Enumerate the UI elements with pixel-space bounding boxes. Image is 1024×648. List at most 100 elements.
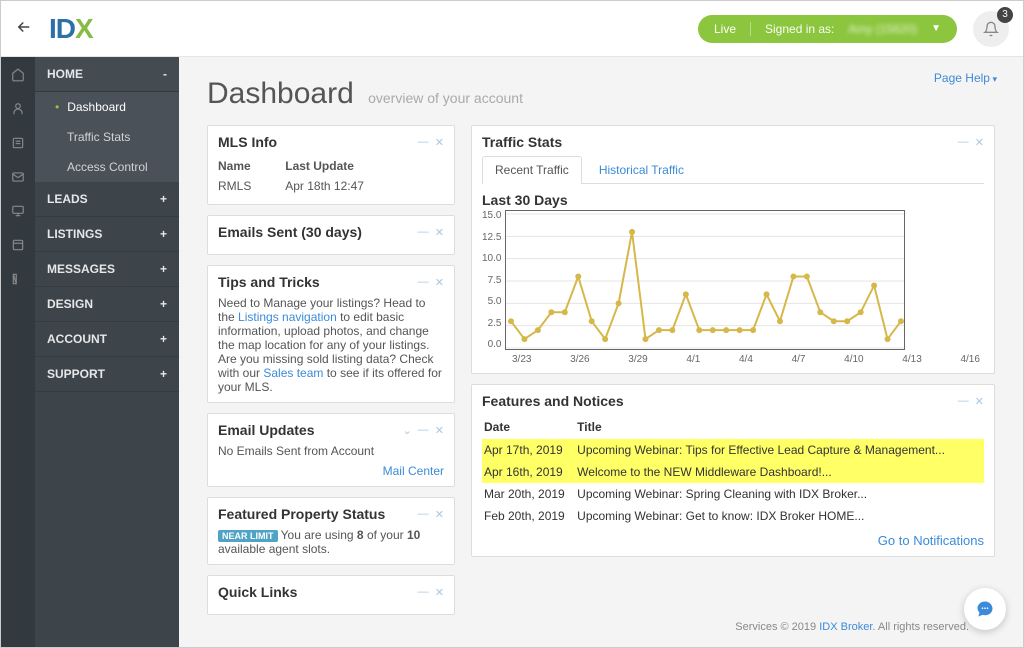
widget-controls[interactable]: —✕ bbox=[418, 136, 444, 149]
chat-icon bbox=[975, 599, 995, 619]
mail-center-link[interactable]: Mail Center bbox=[383, 464, 444, 478]
close-icon: ✕ bbox=[975, 136, 984, 149]
close-icon: ✕ bbox=[435, 226, 444, 239]
account-status-pill[interactable]: Live Signed in as: Amy (15620) ▼ bbox=[698, 15, 957, 43]
widget-title: Email Updates bbox=[218, 422, 314, 438]
widget-featured-property: Featured Property Status —✕ NEAR LIMIT Yo… bbox=[207, 497, 455, 565]
expand-icon: + bbox=[160, 367, 167, 381]
listings-navigation-link[interactable]: Listings navigation bbox=[238, 310, 337, 324]
expand-icon: + bbox=[160, 297, 167, 311]
sidebar-section-listings[interactable]: LISTINGS+ bbox=[35, 217, 179, 252]
featured-body: NEAR LIMIT You are using 8 of your 10 av… bbox=[218, 528, 444, 556]
sidebar-section-messages[interactable]: MESSAGES+ bbox=[35, 252, 179, 287]
support-icon[interactable] bbox=[10, 271, 26, 287]
minimize-icon: — bbox=[958, 395, 969, 408]
table-row[interactable]: Feb 20th, 2019Upcoming Webinar: Get to k… bbox=[482, 505, 984, 527]
widget-title: Quick Links bbox=[218, 584, 297, 600]
design-icon[interactable] bbox=[10, 203, 26, 219]
messages-icon[interactable] bbox=[10, 169, 26, 185]
widget-controls[interactable]: ⌄—✕ bbox=[403, 424, 444, 437]
widget-title: MLS Info bbox=[218, 134, 277, 150]
table-row[interactable]: Apr 16th, 2019Welcome to the NEW Middlew… bbox=[482, 461, 984, 483]
expand-icon: + bbox=[160, 192, 167, 206]
close-icon: ✕ bbox=[975, 395, 984, 408]
widget-title: Featured Property Status bbox=[218, 506, 385, 522]
notices-table: DateTitle Apr 17th, 2019Upcoming Webinar… bbox=[482, 415, 984, 527]
expand-icon: + bbox=[160, 262, 167, 276]
minimize-icon: — bbox=[418, 136, 429, 149]
tab-historical-traffic[interactable]: Historical Traffic bbox=[586, 156, 697, 183]
table-row: RMLSApr 18th 12:47 bbox=[218, 176, 444, 196]
caret-down-icon: ▼ bbox=[931, 23, 941, 34]
sales-team-link[interactable]: Sales team bbox=[263, 366, 323, 380]
minimize-icon: — bbox=[958, 136, 969, 149]
notification-badge: 3 bbox=[997, 7, 1013, 23]
widget-email-updates: Email Updates⌄—✕ No Emails Sent from Acc… bbox=[207, 413, 455, 487]
widget-traffic-stats: Traffic Stats—✕ Recent Traffic Historica… bbox=[471, 125, 995, 374]
widget-controls[interactable]: —✕ bbox=[418, 508, 444, 521]
footer: Services © 2019 IDX Broker. All rights r… bbox=[207, 615, 995, 633]
widget-tips: Tips and Tricks—✕ Need to Manage your li… bbox=[207, 265, 455, 403]
minimize-icon: — bbox=[418, 508, 429, 521]
chart-x-axis: 3/233/263/294/14/44/74/104/134/16 bbox=[482, 354, 984, 365]
collapse-icon: - bbox=[163, 67, 167, 81]
widget-features-notices: Features and Notices—✕ DateTitle Apr 17t… bbox=[471, 384, 995, 557]
icon-rail bbox=[1, 57, 35, 647]
minimize-icon: — bbox=[418, 424, 429, 437]
table-row[interactable]: Mar 20th, 2019Upcoming Webinar: Spring C… bbox=[482, 483, 984, 505]
page-help-link[interactable]: Page Help bbox=[934, 71, 997, 85]
sidebar-section-leads[interactable]: LEADS+ bbox=[35, 182, 179, 217]
widget-controls[interactable]: —✕ bbox=[418, 226, 444, 239]
account-icon[interactable] bbox=[10, 237, 26, 253]
close-icon: ✕ bbox=[435, 424, 444, 437]
sidebar-item-dashboard[interactable]: Dashboard bbox=[35, 92, 179, 122]
expand-icon: + bbox=[160, 332, 167, 346]
widget-controls[interactable]: —✕ bbox=[958, 136, 984, 149]
widget-controls[interactable]: —✕ bbox=[418, 276, 444, 289]
sidebar-item-traffic-stats[interactable]: Traffic Stats bbox=[35, 122, 179, 152]
sidebar-section-home[interactable]: HOME - bbox=[35, 57, 179, 92]
page-subtitle: overview of your account bbox=[368, 90, 523, 106]
expand-icon: + bbox=[160, 227, 167, 241]
chart-y-axis: 15.012.510.07.55.02.50.0 bbox=[482, 210, 505, 350]
widget-title: Features and Notices bbox=[482, 393, 624, 409]
logo[interactable]: IDX bbox=[49, 13, 93, 45]
minimize-icon: — bbox=[418, 276, 429, 289]
traffic-chart bbox=[505, 210, 905, 350]
sidebar-item-access-control[interactable]: Access Control bbox=[35, 152, 179, 182]
idx-broker-link[interactable]: IDX Broker bbox=[819, 621, 872, 633]
sidebar: HOME - Dashboard Traffic Stats Access Co… bbox=[35, 57, 179, 647]
go-to-notifications-link[interactable]: Go to Notifications bbox=[878, 533, 984, 548]
close-icon: ✕ bbox=[435, 136, 444, 149]
minimize-icon: — bbox=[418, 586, 429, 599]
sidebar-section-support[interactable]: SUPPORT+ bbox=[35, 357, 179, 392]
tips-body: Need to Manage your listings? Head to th… bbox=[218, 296, 444, 394]
close-icon: ✕ bbox=[435, 276, 444, 289]
back-arrow-icon[interactable] bbox=[15, 18, 35, 39]
minimize-icon: — bbox=[418, 226, 429, 239]
table-row[interactable]: Apr 17th, 2019Upcoming Webinar: Tips for… bbox=[482, 439, 984, 461]
sidebar-section-design[interactable]: DESIGN+ bbox=[35, 287, 179, 322]
signed-in-label: Signed in as: bbox=[765, 22, 834, 36]
widget-controls[interactable]: —✕ bbox=[418, 586, 444, 599]
bell-icon bbox=[983, 21, 999, 37]
signed-in-user: Amy (15620) bbox=[848, 22, 917, 36]
widget-title: Tips and Tricks bbox=[218, 274, 320, 290]
close-icon: ✕ bbox=[435, 586, 444, 599]
main-content: Page Help Dashboard overview of your acc… bbox=[179, 57, 1023, 647]
widget-quick-links: Quick Links—✕ bbox=[207, 575, 455, 615]
chat-button[interactable] bbox=[964, 588, 1006, 630]
chart-title: Last 30 Days bbox=[482, 192, 984, 208]
updates-body: No Emails Sent from Account Mail Center bbox=[218, 444, 444, 478]
near-limit-badge: NEAR LIMIT bbox=[218, 530, 278, 542]
sidebar-section-account[interactable]: ACCOUNT+ bbox=[35, 322, 179, 357]
tab-recent-traffic[interactable]: Recent Traffic bbox=[482, 156, 582, 184]
page-title: Dashboard overview of your account bbox=[207, 77, 995, 111]
home-icon[interactable] bbox=[10, 67, 26, 83]
widget-title: Emails Sent (30 days) bbox=[218, 224, 362, 240]
widget-mls-info: MLS Info—✕ NameLast Update RMLSApr 18th … bbox=[207, 125, 455, 205]
leads-icon[interactable] bbox=[10, 101, 26, 117]
listings-icon[interactable] bbox=[10, 135, 26, 151]
widget-controls[interactable]: —✕ bbox=[958, 395, 984, 408]
notifications-button[interactable]: 3 bbox=[973, 11, 1009, 47]
